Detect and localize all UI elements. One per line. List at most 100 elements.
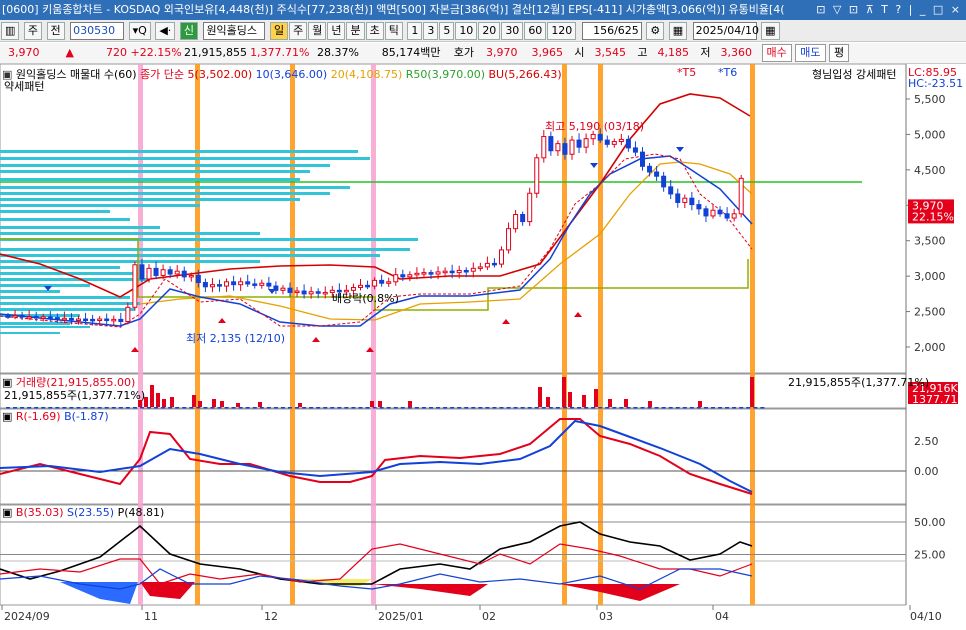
period-button-6[interactable]: 틱	[384, 22, 403, 40]
chart-icon[interactable]: ▥	[1, 22, 20, 40]
volume-bar	[568, 392, 572, 407]
menu-icon[interactable]: ▣	[2, 410, 12, 423]
candle-body	[407, 274, 413, 278]
calendar-icon[interactable]: ▦	[761, 22, 780, 40]
volume-bar	[698, 401, 702, 407]
window-controls[interactable]: ⊡ ▽ ⊡ ⊼ T ? | _ □ ×	[812, 0, 966, 20]
candle-body	[259, 282, 265, 286]
minute-button-60[interactable]: 60	[524, 22, 547, 40]
volume-bar	[527, 407, 532, 409]
high-price: 4,185	[657, 46, 690, 59]
minute-button-30[interactable]: 30	[501, 22, 524, 40]
avg-button[interactable]: 평	[829, 44, 850, 62]
buy-button[interactable]: 매수	[761, 44, 792, 62]
candle-body	[379, 279, 385, 284]
volume-profile-bar	[0, 322, 70, 325]
candle-body	[54, 317, 60, 320]
volume-pct-tag-text: 1377.71%	[912, 393, 966, 406]
candle-body	[414, 272, 420, 276]
volume-bar	[372, 407, 377, 409]
candle-body	[604, 139, 610, 145]
high-label: 고	[637, 46, 648, 59]
candle-body	[97, 318, 103, 322]
candle-body	[90, 318, 96, 322]
volume-bar	[594, 389, 598, 407]
quote-bar: 3,970 ▲ 720 +22.15% 21,915,855 1,377.71%…	[0, 43, 966, 64]
volume-bar	[69, 407, 74, 409]
minute-button-120[interactable]: 120	[547, 22, 577, 40]
minute-button-5[interactable]: 5	[439, 22, 455, 40]
stock-name-field[interactable]: 원익홀딩스	[203, 22, 266, 40]
minute-button-10[interactable]: 10	[455, 22, 478, 40]
bar-count-field[interactable]: 156/625	[581, 22, 642, 40]
settings-icon[interactable]: ▦	[668, 22, 688, 40]
speaker-icon[interactable]: ◀·	[155, 22, 176, 40]
volume-bar	[280, 407, 285, 409]
volume-bar	[626, 407, 631, 409]
period-button-1[interactable]: 주	[289, 22, 308, 40]
volume-bar	[168, 407, 173, 409]
x-tick-label: 04	[715, 610, 729, 623]
x-tick-label: 2025/01	[378, 610, 424, 623]
volume-bar	[161, 407, 166, 409]
period-button-2[interactable]: 월	[308, 22, 327, 40]
volume-bar	[548, 407, 553, 409]
volume-bar	[647, 407, 652, 409]
volume-profile-bar	[0, 210, 110, 213]
volume-bar	[541, 407, 546, 409]
volume-bar	[739, 407, 744, 409]
search-icon[interactable]: ▾Q	[128, 22, 151, 40]
tools-icon[interactable]: ⚙	[646, 22, 665, 40]
volume-bar	[298, 403, 302, 407]
sell-button[interactable]: 매도	[795, 44, 826, 62]
candle-body	[717, 209, 723, 215]
volume-bar	[330, 407, 335, 409]
minute-button-20[interactable]: 20	[478, 22, 501, 40]
candle-body	[618, 138, 624, 143]
volume-bar	[534, 407, 539, 409]
low-label: 저	[700, 46, 711, 59]
stock-code-input[interactable]: 030530	[70, 22, 125, 40]
minute-button-3[interactable]: 3	[423, 22, 439, 40]
volume-bar	[6, 407, 10, 409]
all-button[interactable]: 전	[46, 22, 65, 40]
candle-body	[428, 272, 434, 275]
chart-window: [0600] 키움종합차트 - KOSDAQ 외국인보유[4,448(천)] 주…	[0, 0, 966, 630]
period-button-4[interactable]: 분	[346, 22, 365, 40]
minute-button-1[interactable]: 1	[407, 22, 423, 40]
period-button-5[interactable]: 초	[365, 22, 384, 40]
menu-icon[interactable]: ▣	[2, 506, 12, 519]
stock-chart[interactable]: 5,5005,0004,5004,0003,5003,0002,5002,000…	[0, 64, 966, 630]
candle-body	[209, 284, 215, 288]
volume-bar	[55, 407, 60, 409]
bu-label: BU(5,266.43)	[488, 68, 562, 81]
volume-profile-bar	[0, 290, 60, 293]
candle-body	[477, 266, 483, 269]
candle-body	[118, 318, 124, 322]
candle-body	[266, 282, 272, 287]
volume-bar	[750, 377, 754, 407]
period-button-3[interactable]: 년	[327, 22, 346, 40]
event-band	[371, 64, 376, 605]
volume-right-value: 21,915,855주(1,377.71%)	[788, 376, 930, 389]
volume-bar	[562, 377, 566, 407]
candle-body	[5, 315, 11, 318]
volume-bar	[156, 393, 160, 407]
open-label: 시	[574, 46, 585, 59]
open-price: 3,545	[594, 46, 627, 59]
candle-body	[19, 314, 25, 318]
candle-body	[400, 274, 406, 278]
candle-body	[491, 262, 497, 266]
period-button-0[interactable]: 일	[269, 22, 289, 40]
volume-bar	[577, 407, 582, 409]
hoga-label: 호가	[453, 46, 474, 59]
candle-body	[40, 316, 46, 319]
volume-bar	[344, 407, 349, 409]
date-field[interactable]: 2025/04/10	[692, 22, 759, 40]
volume-bar	[111, 407, 116, 409]
r50-label: R50(3,970.00)	[405, 68, 485, 81]
volume-bar	[83, 407, 88, 409]
volume-bar	[538, 387, 542, 407]
menu-button[interactable]: 주	[23, 22, 43, 40]
volume-bar	[236, 403, 240, 407]
